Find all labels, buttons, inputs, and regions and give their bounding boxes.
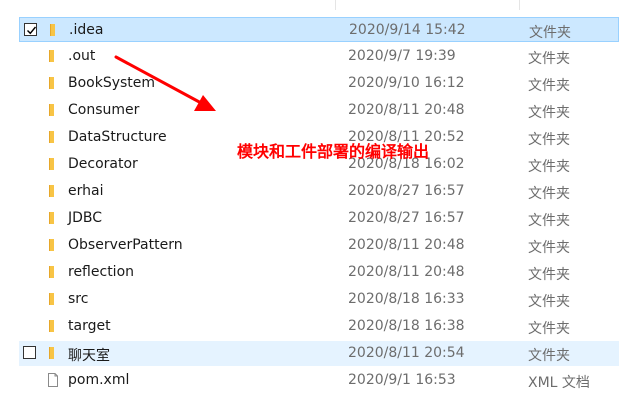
folder-icon	[50, 24, 55, 36]
file-date: 2020/9/1 16:53	[348, 372, 456, 388]
checkmark-icon	[27, 26, 37, 35]
file-type: 文件夹	[528, 159, 570, 175]
folder-icon	[49, 347, 54, 359]
file-date: 2020/8/11 20:48	[348, 237, 465, 253]
file-row-jdbc[interactable]: JDBC 2020/8/27 16:57 文件夹	[19, 206, 619, 231]
file-row-chatroom[interactable]: 聊天室 2020/8/11 20:54 文件夹	[19, 341, 619, 366]
file-date: 2020/9/7 19:39	[348, 48, 456, 64]
file-name: 聊天室	[68, 348, 110, 364]
file-row-src[interactable]: src 2020/8/18 16:33 文件夹	[19, 287, 619, 312]
file-type: 文件夹	[528, 132, 570, 148]
document-icon	[48, 373, 58, 387]
file-name: ObserverPattern	[68, 237, 183, 253]
file-date: 2020/8/27 16:57	[348, 210, 465, 226]
folder-icon	[49, 212, 54, 224]
file-row-consumer[interactable]: Consumer 2020/8/11 20:48 文件夹	[19, 98, 619, 123]
file-type: 文件夹	[528, 267, 570, 283]
folder-icon	[49, 158, 54, 170]
file-row-reflection[interactable]: reflection 2020/8/11 20:48 文件夹	[19, 260, 619, 285]
file-type: 文件夹	[529, 25, 571, 41]
file-type: 文件夹	[528, 348, 570, 364]
folder-icon	[49, 185, 54, 197]
file-date: 2020/8/18 16:33	[348, 291, 465, 307]
folder-icon	[49, 266, 54, 278]
file-name: DataStructure	[68, 129, 167, 145]
file-type: 文件夹	[528, 240, 570, 256]
folder-icon	[49, 77, 54, 89]
annotation-text: 模块和工件部署的编译输出	[237, 142, 430, 161]
file-type: 文件夹	[528, 294, 570, 310]
folder-icon	[49, 131, 54, 143]
file-date: 2020/8/11 20:48	[348, 264, 465, 280]
folder-icon	[49, 239, 54, 251]
file-row-pom-xml[interactable]: pom.xml 2020/9/1 16:53 XML 文档	[19, 368, 619, 393]
file-type: 文件夹	[528, 186, 570, 202]
file-type: XML 文档	[528, 375, 590, 391]
file-type: 文件夹	[528, 78, 570, 94]
file-date: 2020/9/14 15:42	[349, 22, 466, 38]
file-type: 文件夹	[528, 51, 570, 67]
file-name: erhai	[68, 183, 104, 199]
file-name: reflection	[68, 264, 135, 280]
file-row-idea[interactable]: .idea 2020/9/14 15:42 文件夹	[19, 17, 619, 42]
file-row-out[interactable]: .out 2020/9/7 19:39 文件夹	[19, 44, 619, 69]
file-name: target	[68, 318, 111, 334]
file-type: 文件夹	[528, 105, 570, 121]
file-name: .idea	[69, 22, 104, 38]
file-date: 2020/9/10 16:12	[348, 75, 465, 91]
file-name: BookSystem	[68, 75, 156, 91]
file-name: JDBC	[68, 210, 103, 226]
file-row-observerpattern[interactable]: ObserverPattern 2020/8/11 20:48 文件夹	[19, 233, 619, 258]
row-checkbox[interactable]	[23, 346, 36, 359]
folder-icon	[49, 293, 54, 305]
file-date: 2020/8/11 20:54	[348, 345, 465, 361]
file-type: 文件夹	[528, 213, 570, 229]
file-row-target[interactable]: target 2020/8/18 16:38 文件夹	[19, 314, 619, 339]
file-name: .out	[68, 48, 96, 64]
row-checkbox[interactable]	[24, 23, 37, 36]
file-name: src	[68, 291, 89, 307]
file-row-erhai[interactable]: erhai 2020/8/27 16:57 文件夹	[19, 179, 619, 204]
file-date: 2020/8/27 16:57	[348, 183, 465, 199]
column-divider[interactable]	[519, 0, 520, 10]
file-name: pom.xml	[68, 372, 130, 388]
file-date: 2020/8/11 20:48	[348, 102, 465, 118]
file-type: 文件夹	[528, 321, 570, 337]
file-name: Decorator	[68, 156, 138, 172]
file-row-booksystem[interactable]: BookSystem 2020/9/10 16:12 文件夹	[19, 71, 619, 96]
file-explorer: .idea 2020/9/14 15:42 文件夹 .out 2020/9/7 …	[0, 0, 619, 419]
file-name: Consumer	[68, 102, 140, 118]
file-date: 2020/8/18 16:38	[348, 318, 465, 334]
column-divider[interactable]	[335, 0, 336, 10]
folder-icon	[49, 320, 54, 332]
folder-icon	[49, 50, 54, 62]
folder-icon	[49, 104, 54, 116]
